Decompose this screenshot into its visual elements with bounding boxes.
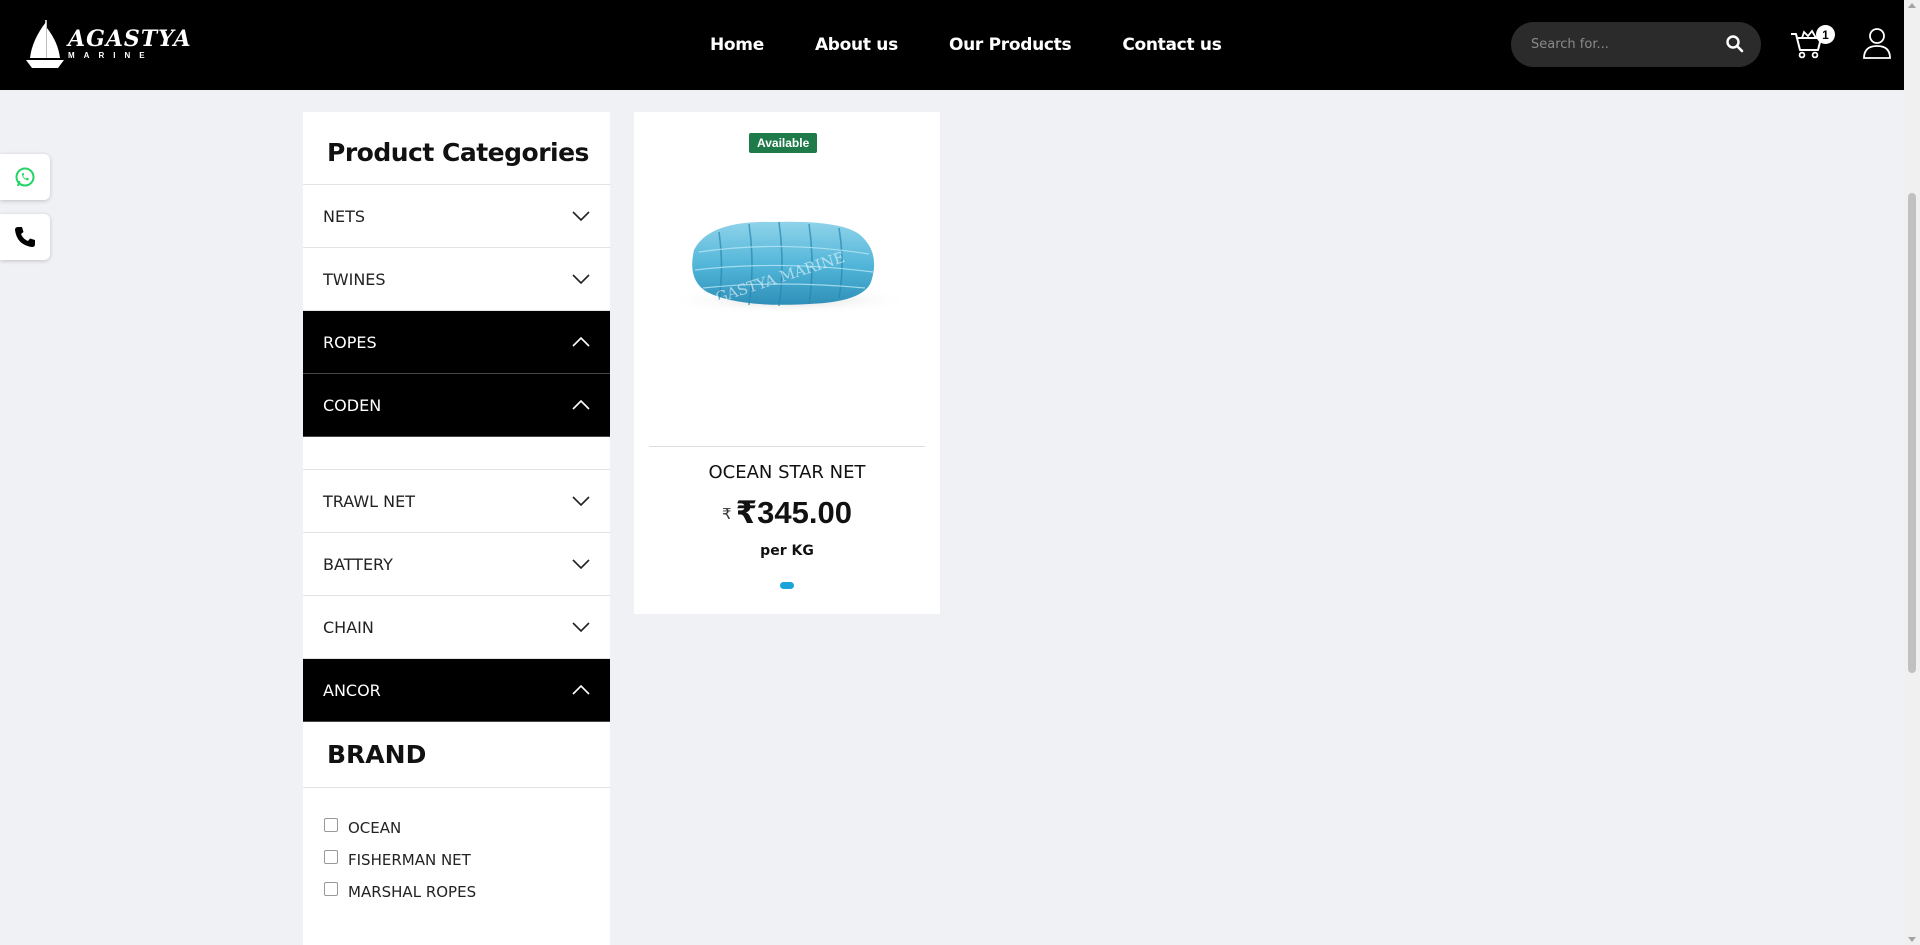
user-icon	[1863, 28, 1891, 59]
category-chain[interactable]: CHAIN	[303, 596, 610, 659]
logo-subtitle: MARINE	[68, 51, 154, 60]
currency-symbol: ₹	[722, 506, 732, 523]
scroll-up-icon[interactable]	[1908, 3, 1916, 8]
brand-title: BRAND	[303, 722, 610, 788]
site-header: AGASTYA MARINE Home About us Our Product…	[0, 0, 1904, 90]
chevron-down-icon	[572, 211, 590, 221]
category-label: TWINES	[323, 269, 386, 289]
category-ropes[interactable]: ROPES	[303, 311, 610, 374]
product-image[interactable]: AGASTYA MARINE	[649, 172, 924, 342]
chevron-up-icon	[572, 337, 590, 347]
phone-icon	[15, 227, 35, 247]
search-box	[1511, 22, 1761, 67]
phone-button[interactable]	[0, 214, 50, 260]
brand-checkbox[interactable]	[324, 850, 338, 864]
category-trawl-net[interactable]: TRAWL NET	[303, 470, 610, 533]
chevron-down-icon	[572, 559, 590, 569]
chevron-up-icon	[572, 685, 590, 695]
availability-badge: Available	[749, 133, 818, 153]
category-label: BATTERY	[323, 554, 393, 574]
category-label: ANCOR	[323, 680, 381, 700]
category-nets[interactable]: NETS	[303, 185, 610, 248]
category-subpanel	[303, 437, 610, 470]
category-label: TRAWL NET	[323, 491, 415, 511]
brand-checkbox[interactable]	[324, 818, 338, 832]
chevron-down-icon	[572, 622, 590, 632]
category-battery[interactable]: BATTERY	[303, 533, 610, 596]
categories-title: Product Categories	[303, 112, 610, 185]
scroll-down-icon[interactable]	[1908, 937, 1916, 942]
nav-home[interactable]: Home	[710, 35, 764, 55]
nav-contact-us[interactable]: Contact us	[1122, 35, 1222, 55]
cart-button[interactable]: 1	[1790, 25, 1835, 62]
price-unit: per KG	[760, 543, 814, 559]
card-divider	[649, 446, 925, 447]
category-coden[interactable]: CODEN	[303, 374, 610, 437]
search-input[interactable]	[1511, 22, 1711, 67]
chevron-down-icon	[572, 496, 590, 506]
brand-filter-list: OCEAN FISHERMAN NET MARSHAL ROPES	[303, 788, 610, 908]
logo-title: AGASTYA	[68, 26, 192, 52]
nav-about-us[interactable]: About us	[815, 35, 898, 55]
main-nav: Home About us Our Products Contact us	[710, 0, 1273, 90]
category-label: CODEN	[323, 395, 382, 415]
category-label: NETS	[323, 206, 366, 226]
logo[interactable]: AGASTYA MARINE	[24, 18, 192, 70]
chevron-down-icon	[572, 274, 590, 284]
chevron-up-icon	[572, 400, 590, 410]
product-price: ₹ ₹345.00	[634, 495, 940, 531]
nav-our-products[interactable]: Our Products	[949, 35, 1072, 55]
brand-label: MARSHAL ROPES	[348, 883, 477, 901]
whatsapp-button[interactable]	[0, 154, 50, 200]
brand-filter-item[interactable]: OCEAN	[324, 812, 610, 844]
search-icon[interactable]	[1725, 34, 1745, 54]
scroll-thumb[interactable]	[1908, 193, 1916, 673]
cart-count-badge: 1	[1816, 25, 1835, 44]
account-button[interactable]	[1862, 26, 1894, 62]
category-twines[interactable]: TWINES	[303, 248, 610, 311]
ship-logo-icon	[26, 20, 64, 68]
brand-filter-item[interactable]: MARSHAL ROPES	[324, 876, 610, 908]
price-amount: ₹345.00	[735, 495, 852, 530]
category-ancor[interactable]: ANCOR	[303, 659, 610, 722]
product-card[interactable]: Available AGASTYA MARINE OCEAN STAR NET …	[634, 112, 940, 614]
carousel-dot[interactable]	[780, 582, 794, 589]
page-scrollbar[interactable]	[1904, 0, 1920, 945]
category-sidebar: Product Categories NETS TWINES ROPES COD…	[303, 112, 610, 945]
category-label: ROPES	[323, 332, 377, 352]
whatsapp-icon	[15, 167, 35, 187]
brand-checkbox[interactable]	[324, 882, 338, 896]
brand-label: OCEAN	[348, 819, 402, 837]
category-label: CHAIN	[323, 617, 374, 637]
brand-label: FISHERMAN NET	[348, 851, 471, 869]
product-name[interactable]: OCEAN STAR NET	[634, 462, 940, 483]
brand-filter-item[interactable]: FISHERMAN NET	[324, 844, 610, 876]
